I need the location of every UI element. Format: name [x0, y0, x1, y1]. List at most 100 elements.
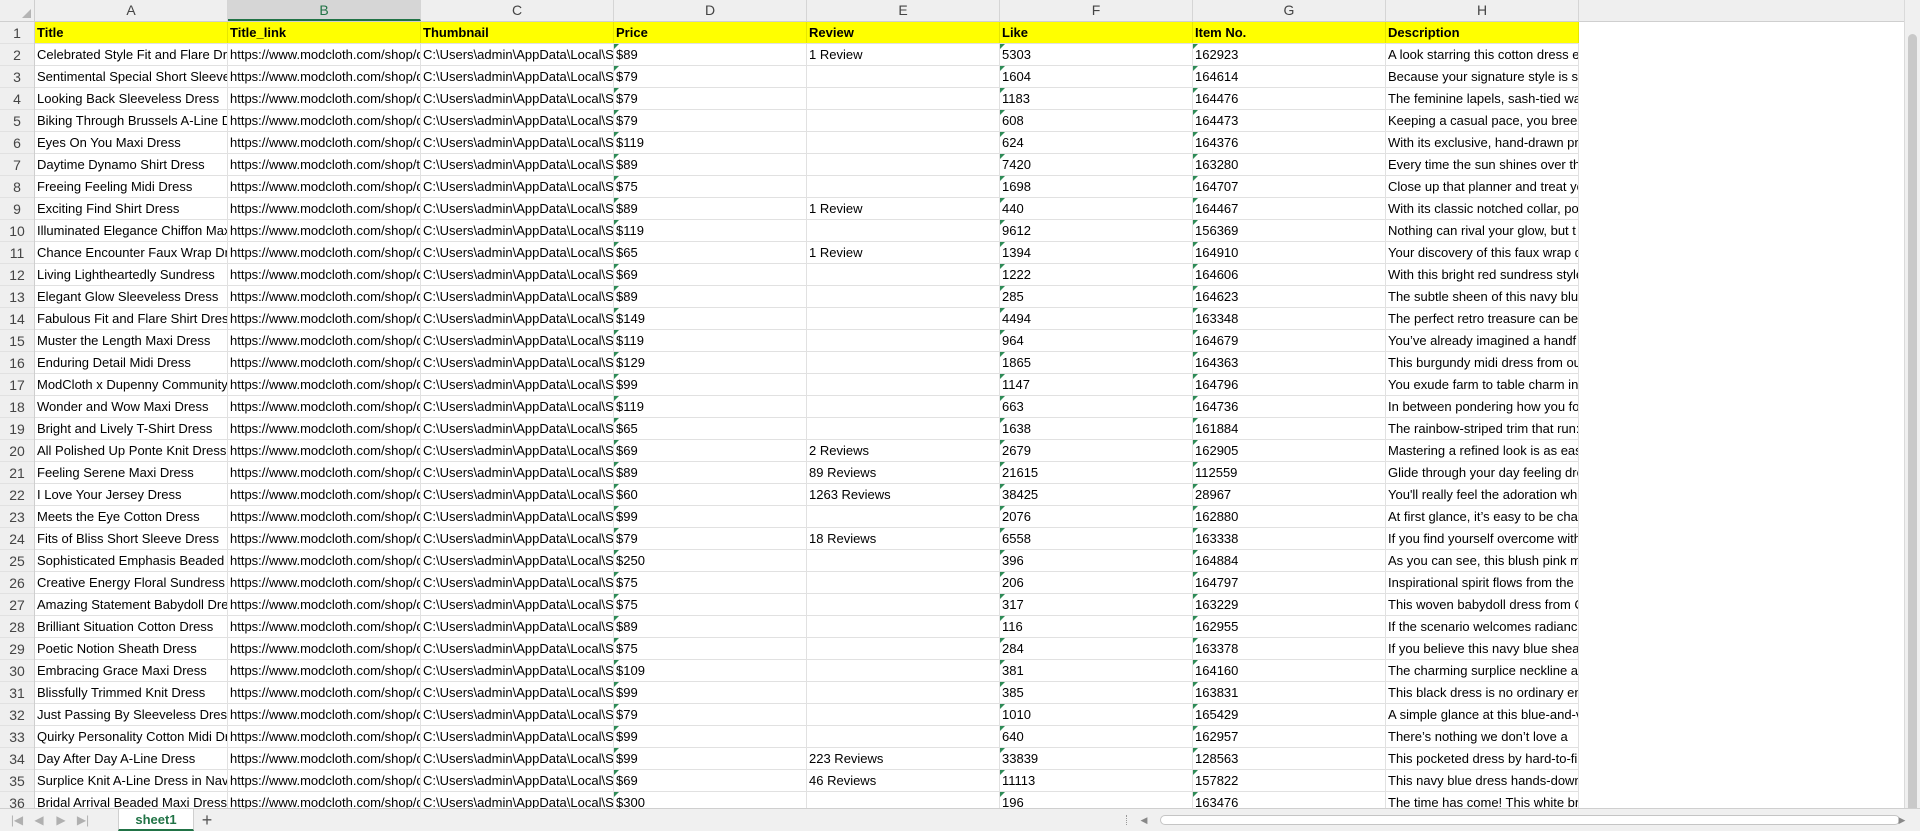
cell-b[interactable]: https://www.modcloth.com/shop/dres — [228, 418, 421, 439]
cell-f[interactable]: 6558 — [1000, 528, 1193, 549]
row-number[interactable]: 22 — [0, 484, 34, 506]
cell-d[interactable]: $65 — [614, 242, 807, 263]
cell-a[interactable]: Sophisticated Emphasis Beaded Maxi I — [35, 550, 228, 571]
cell-a[interactable]: Chance Encounter Faux Wrap Dress — [35, 242, 228, 263]
cell-d[interactable]: $109 — [614, 660, 807, 681]
cell-g[interactable]: 162957 — [1193, 726, 1386, 747]
cell-d[interactable]: $89 — [614, 44, 807, 65]
cell-h[interactable]: The subtle sheen of this navy blue — [1386, 286, 1579, 307]
row-number[interactable]: 32 — [0, 704, 34, 726]
cell-f[interactable]: 640 — [1000, 726, 1193, 747]
cell-a[interactable]: Enduring Detail Midi Dress — [35, 352, 228, 373]
cell-b[interactable]: https://www.modcloth.com/shop/dres — [228, 528, 421, 549]
cell-c[interactable]: C:\Users\admin\AppData\Local\Scrape — [421, 88, 614, 109]
cell-g[interactable]: 164623 — [1193, 286, 1386, 307]
cell-a[interactable]: Sentimental Special Short Sleeve Dres — [35, 66, 228, 87]
cell-e[interactable] — [807, 286, 1000, 307]
cell-b[interactable]: https://www.modcloth.com/shop/dres — [228, 374, 421, 395]
cell-d[interactable]: $65 — [614, 418, 807, 439]
cell-a[interactable]: Fabulous Fit and Flare Shirt Dress — [35, 308, 228, 329]
cell-d[interactable]: $119 — [614, 396, 807, 417]
cell-g[interactable]: 161884 — [1193, 418, 1386, 439]
cell-g[interactable]: 162923 — [1193, 44, 1386, 65]
cell-d[interactable]: $69 — [614, 770, 807, 791]
row-number[interactable]: 19 — [0, 418, 34, 440]
cell-b[interactable]: https://www.modcloth.com/shop/dres — [228, 616, 421, 637]
cell-e[interactable]: 89 Reviews — [807, 462, 1000, 483]
cell-g[interactable]: 162955 — [1193, 616, 1386, 637]
horizontal-scroll-thumb[interactable] — [1160, 815, 1900, 825]
cell-c[interactable]: C:\Users\admin\AppData\Local\Scrape — [421, 550, 614, 571]
cell-g[interactable]: 163378 — [1193, 638, 1386, 659]
header-cell-g[interactable]: Item No. — [1193, 22, 1386, 43]
header-cell-a[interactable]: Title — [35, 22, 228, 43]
column-header-f[interactable]: F — [1000, 0, 1193, 21]
cell-c[interactable]: C:\Users\admin\AppData\Local\Scrape — [421, 154, 614, 175]
row-number[interactable]: 8 — [0, 176, 34, 198]
cell-f[interactable]: 440 — [1000, 198, 1193, 219]
cell-b[interactable]: https://www.modcloth.com/shop/dres — [228, 638, 421, 659]
cell-b[interactable]: https://www.modcloth.com/shop/dres — [228, 506, 421, 527]
nav-last-icon[interactable]: ▶| — [74, 811, 92, 829]
cell-e[interactable] — [807, 506, 1000, 527]
cell-b[interactable]: https://www.modcloth.com/shop/dres — [228, 286, 421, 307]
row-number[interactable]: 30 — [0, 660, 34, 682]
cell-h[interactable]: With its exclusive, hand-drawn pri — [1386, 132, 1579, 153]
cell-h[interactable]: Because your signature style is so — [1386, 66, 1579, 87]
cell-e[interactable] — [807, 792, 1000, 808]
cell-d[interactable]: $250 — [614, 550, 807, 571]
cell-a[interactable]: Muster the Length Maxi Dress — [35, 330, 228, 351]
cell-b[interactable]: https://www.modcloth.com/shop/dres — [228, 462, 421, 483]
cell-a[interactable]: Fits of Bliss Short Sleeve Dress — [35, 528, 228, 549]
cell-h[interactable]: If you believe this navy blue sheat — [1386, 638, 1579, 659]
cell-g[interactable]: 163229 — [1193, 594, 1386, 615]
cell-c[interactable]: C:\Users\admin\AppData\Local\Scrape — [421, 418, 614, 439]
row-number[interactable]: 9 — [0, 198, 34, 220]
cell-d[interactable]: $69 — [614, 264, 807, 285]
header-cell-e[interactable]: Review — [807, 22, 1000, 43]
cell-e[interactable] — [807, 220, 1000, 241]
scroll-right-icon[interactable]: ▶ — [1896, 813, 1908, 827]
cell-a[interactable]: Poetic Notion Sheath Dress — [35, 638, 228, 659]
cell-c[interactable]: C:\Users\admin\AppData\Local\Scrape — [421, 770, 614, 791]
cell-b[interactable]: https://www.modcloth.com/shop/dres — [228, 682, 421, 703]
cell-e[interactable] — [807, 638, 1000, 659]
cell-f[interactable]: 1222 — [1000, 264, 1193, 285]
cell-b[interactable]: https://www.modcloth.com/shop/dres — [228, 176, 421, 197]
cell-a[interactable]: Looking Back Sleeveless Dress — [35, 88, 228, 109]
cell-g[interactable]: 162880 — [1193, 506, 1386, 527]
cell-g[interactable]: 164736 — [1193, 396, 1386, 417]
cell-a[interactable]: Wonder and Wow Maxi Dress — [35, 396, 228, 417]
cell-e[interactable] — [807, 682, 1000, 703]
cell-f[interactable]: 206 — [1000, 572, 1193, 593]
cell-c[interactable]: C:\Users\admin\AppData\Local\Scrape — [421, 748, 614, 769]
cell-d[interactable]: $79 — [614, 66, 807, 87]
cell-a[interactable]: Living Lightheartedly Sundress — [35, 264, 228, 285]
cell-b[interactable]: https://www.modcloth.com/shop/dres — [228, 484, 421, 505]
cell-c[interactable]: C:\Users\admin\AppData\Local\Scrape — [421, 726, 614, 747]
cell-f[interactable]: 11113 — [1000, 770, 1193, 791]
cell-h[interactable]: This black dress is no ordinary ens — [1386, 682, 1579, 703]
cell-c[interactable]: C:\Users\admin\AppData\Local\Scrape — [421, 352, 614, 373]
cell-d[interactable]: $89 — [614, 154, 807, 175]
cell-a[interactable]: I Love Your Jersey Dress — [35, 484, 228, 505]
cell-g[interactable]: 163476 — [1193, 792, 1386, 808]
cell-e[interactable]: 18 Reviews — [807, 528, 1000, 549]
cell-g[interactable]: 164473 — [1193, 110, 1386, 131]
row-number[interactable]: 11 — [0, 242, 34, 264]
cell-e[interactable]: 1 Review — [807, 198, 1000, 219]
cell-d[interactable]: $79 — [614, 88, 807, 109]
cell-a[interactable]: Embracing Grace Maxi Dress — [35, 660, 228, 681]
cell-c[interactable]: C:\Users\admin\AppData\Local\Scrape — [421, 616, 614, 637]
cell-c[interactable]: C:\Users\admin\AppData\Local\Scrape — [421, 528, 614, 549]
cell-d[interactable]: $119 — [614, 330, 807, 351]
cell-d[interactable]: $60 — [614, 484, 807, 505]
cell-b[interactable]: https://www.modcloth.com/shop/dres — [228, 726, 421, 747]
cell-h[interactable]: The perfect retro treasure can be — [1386, 308, 1579, 329]
row-number[interactable]: 1 — [0, 22, 34, 44]
cell-e[interactable] — [807, 66, 1000, 87]
cell-c[interactable]: C:\Users\admin\AppData\Local\Scrape — [421, 110, 614, 131]
cell-h[interactable]: The time has come! This white bric — [1386, 792, 1579, 808]
cell-c[interactable]: C:\Users\admin\AppData\Local\Scrape — [421, 396, 614, 417]
cell-d[interactable]: $99 — [614, 374, 807, 395]
